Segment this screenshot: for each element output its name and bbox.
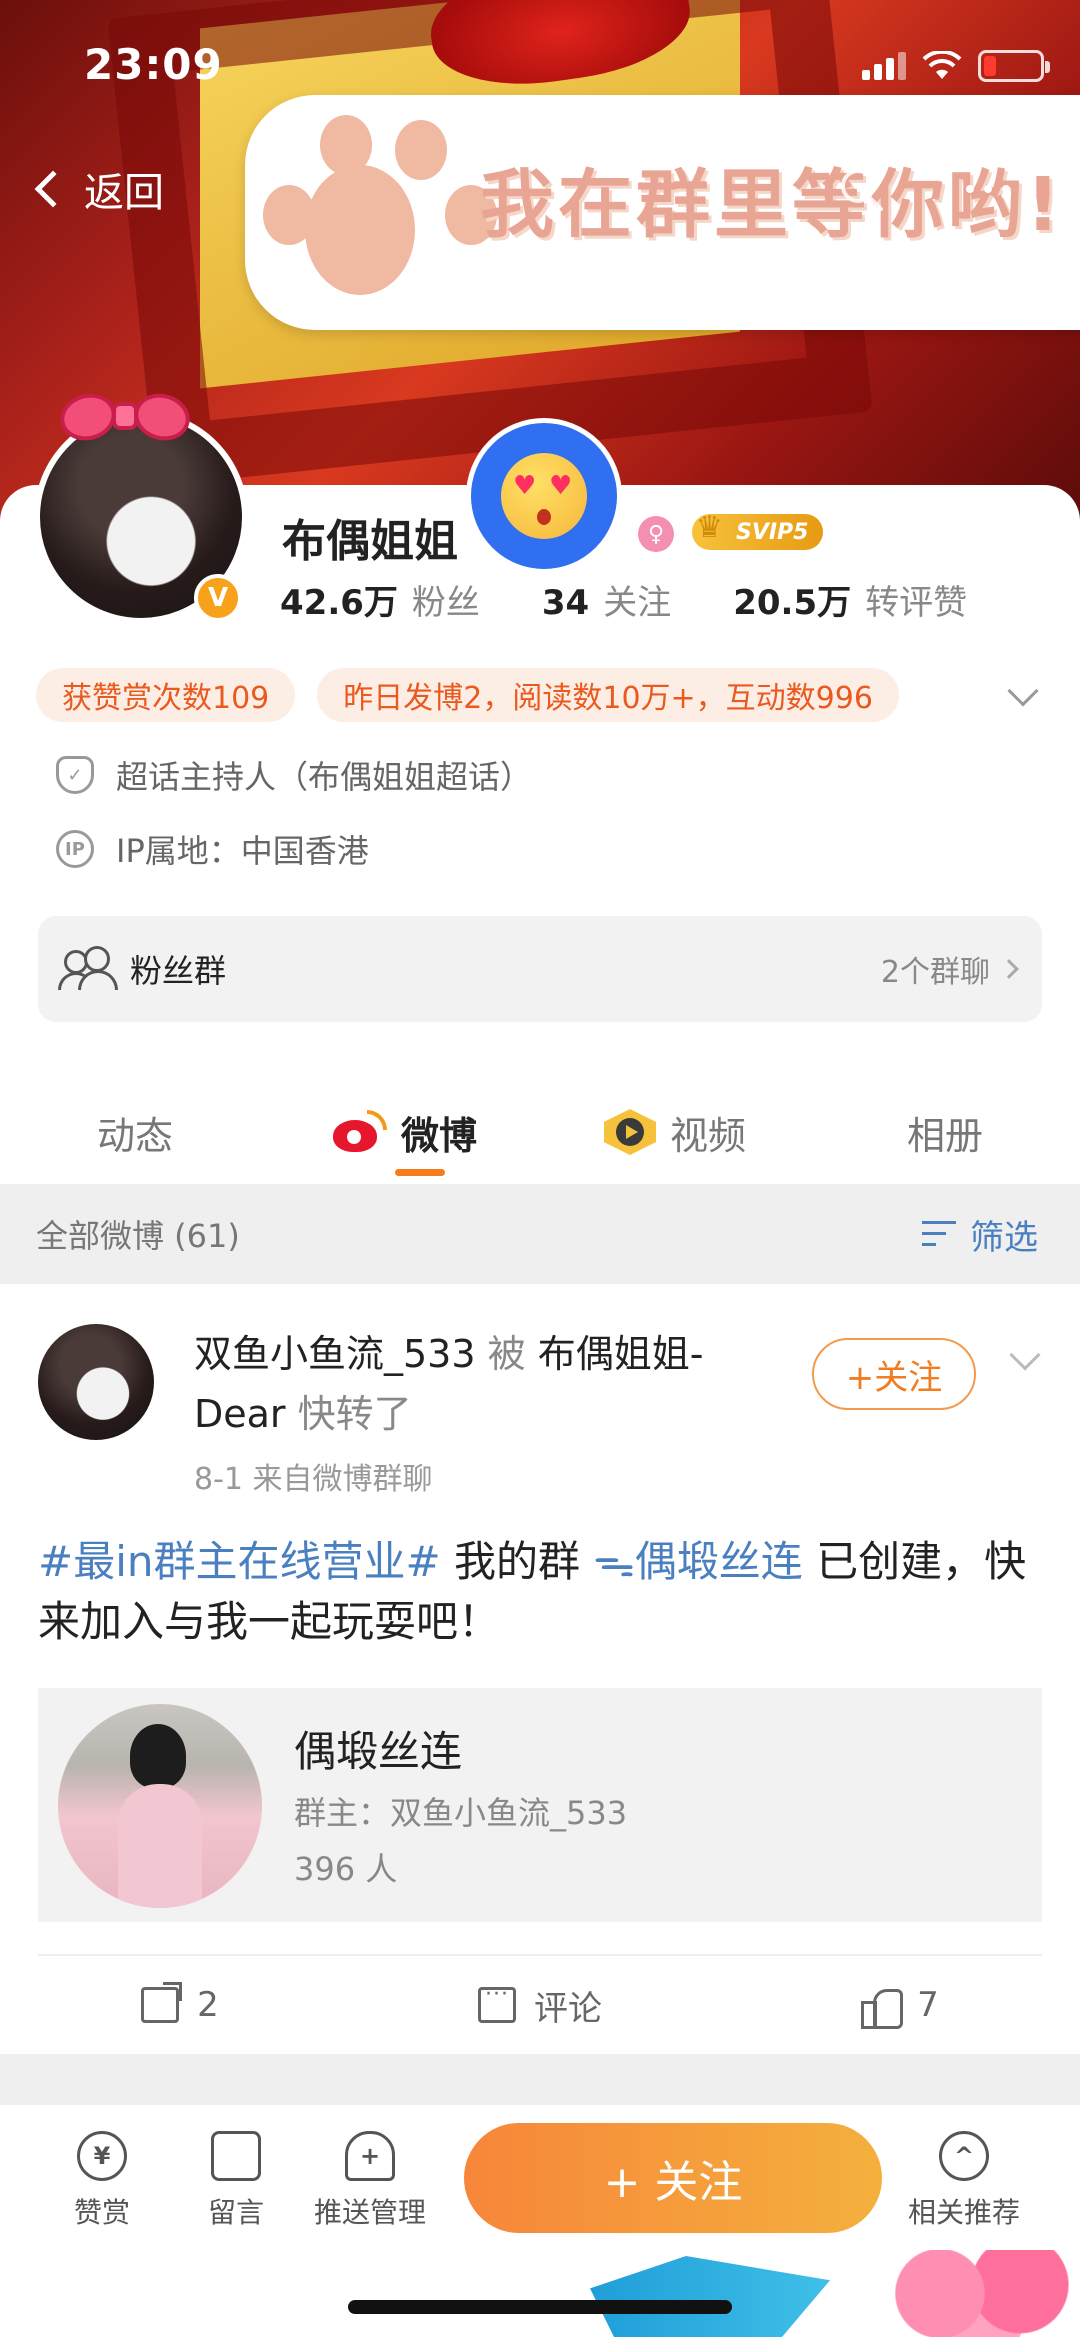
chevron-up-circle-icon: ^ xyxy=(939,2131,989,2181)
section-gap xyxy=(0,2054,1080,2104)
chevron-left-icon xyxy=(34,170,72,208)
thumbs-up-icon xyxy=(861,1987,904,2029)
group-member-count: 396 人 xyxy=(294,1850,398,1888)
more-icon[interactable] xyxy=(966,185,1010,193)
stat-following[interactable]: 34 关注 xyxy=(542,575,671,624)
post-meta: 8-1 来自微博群聊 xyxy=(194,1462,433,1497)
share-icon xyxy=(141,1987,180,2023)
fan-group-count: 2个群聊 xyxy=(881,947,1019,991)
post-group-link[interactable]: ᯓ偶塅丝连 xyxy=(593,1537,802,1586)
filter-icon xyxy=(922,1219,958,1249)
cellular-signal-icon xyxy=(862,52,906,80)
share-button[interactable]: 2 xyxy=(0,1956,360,2054)
all-weibo-count: 全部微博 (61) xyxy=(36,1217,240,1255)
fan-group-entry[interactable]: 粉丝群 2个群聊 xyxy=(38,916,1042,1022)
female-icon: ♀ xyxy=(638,516,674,552)
back-button[interactable]: 返回 xyxy=(30,160,164,218)
tab-activity[interactable]: 动态 xyxy=(0,1080,270,1184)
filter-button[interactable]: 筛选 xyxy=(922,1210,1038,1259)
recommendations-button[interactable]: ^ 相关推荐 xyxy=(904,2131,1024,2231)
post-text: #最in群主在线营业# 我的群 ᯓ偶塅丝连 已创建，快来加入与我一起玩耍吧！ xyxy=(38,1537,1027,1646)
bow-decoration-icon xyxy=(55,387,195,448)
post-actions: 2 评论 7 xyxy=(0,1956,1080,2054)
profile-stats: 42.6万 粉丝 34 关注 20.5万 转评赞 xyxy=(280,575,1029,624)
chevron-down-icon[interactable] xyxy=(1009,1339,1041,1371)
tab-album[interactable]: 相册 xyxy=(810,1080,1080,1184)
post-hashtag[interactable]: #最in群主在线营业# xyxy=(38,1537,441,1586)
ip-location-row: IP IP属地：中国香港 xyxy=(56,826,369,872)
banner-slogan-card: 我在群里等你哟! xyxy=(245,95,1080,330)
host-info-row[interactable]: ✓ 超话主持人（布偶姐姐超话） xyxy=(56,752,532,798)
weibo-logo-icon xyxy=(332,1110,387,1154)
tag-yesterday-stats[interactable]: 昨日发博2，阅读数10万+，互动数996 xyxy=(317,668,899,722)
decoration-flowers-image xyxy=(880,2250,1080,2337)
follow-button[interactable]: + 关注 xyxy=(464,2123,882,2233)
battery-icon xyxy=(978,50,1050,82)
reward-button[interactable]: ¥ 赞赏 xyxy=(42,2131,162,2231)
message-icon xyxy=(211,2131,261,2181)
tab-video[interactable]: 视频 xyxy=(540,1080,810,1184)
comment-button[interactable]: 评论 xyxy=(360,1956,720,2054)
ip-icon: IP xyxy=(56,830,94,868)
group-card[interactable]: 偶塅丝连 群主：双鱼小鱼流_533 396 人 xyxy=(38,1688,1042,1922)
like-button[interactable]: 7 xyxy=(720,1956,1080,2054)
push-settings-button[interactable]: + 推送管理 xyxy=(310,2131,430,2231)
group-owner: 群主：双鱼小鱼流_533 xyxy=(294,1794,628,1832)
crown-icon: ♛ xyxy=(696,510,723,545)
profile-nickname: 布偶姐姐 xyxy=(282,516,458,567)
post-author-name[interactable]: 双鱼小鱼流_533 xyxy=(194,1332,476,1376)
shield-icon: ✓ xyxy=(56,756,94,794)
post-header: 双鱼小鱼流_533 被 布偶姐姐-Dear 快转了 xyxy=(194,1332,704,1436)
group-name: 偶塅丝连 xyxy=(294,1727,463,1776)
bell-plus-icon: + xyxy=(345,2131,395,2181)
profile-tags: 获赞赏次数109 昨日发博2，阅读数10万+，互动数996 xyxy=(36,668,899,722)
svip-badge[interactable]: ♛ SVIP5 xyxy=(692,510,823,550)
message-button[interactable]: 留言 xyxy=(176,2131,296,2231)
verified-badge: V xyxy=(194,574,242,622)
profile-tabs: 动态 微博 视频 相册 xyxy=(0,1080,1080,1184)
stat-interactions[interactable]: 20.5万 转评赞 xyxy=(733,575,967,624)
home-indicator[interactable] xyxy=(348,2300,732,2314)
fan-group-title: 粉丝群 xyxy=(130,952,227,990)
search-icon[interactable] xyxy=(838,166,884,212)
chevron-right-icon xyxy=(999,959,1019,979)
stat-fans[interactable]: 42.6万 粉丝 xyxy=(280,575,480,624)
tag-reward-count[interactable]: 获赞赏次数109 xyxy=(36,668,296,722)
group-users-icon xyxy=(58,946,118,992)
banner-slogan: 我在群里等你哟! xyxy=(480,162,1064,248)
heart-eyes-emoji-icon[interactable]: ♥ ♥ xyxy=(466,418,622,574)
weibo-post: 双鱼小鱼流_533 被 布偶姐姐-Dear 快转了 8-1 来自微博群聊 +关注… xyxy=(0,1284,1080,2054)
status-time: 23:09 xyxy=(84,40,223,89)
wifi-icon xyxy=(922,51,962,79)
video-logo-icon xyxy=(603,1109,656,1155)
tab-weibo[interactable]: 微博 xyxy=(270,1080,540,1184)
paw-icon xyxy=(305,165,415,295)
group-icon: ᯓ xyxy=(593,1537,635,1586)
yen-icon: ¥ xyxy=(77,2131,127,2181)
back-label: 返回 xyxy=(84,170,164,216)
group-avatar xyxy=(58,1704,262,1908)
status-bar: 23:09 xyxy=(0,0,1080,130)
filter-bar: 全部微博 (61) 筛选 xyxy=(0,1184,1080,1284)
comment-icon xyxy=(478,1982,516,2023)
post-author-avatar[interactable] xyxy=(38,1324,154,1440)
post-follow-button[interactable]: +关注 xyxy=(812,1338,976,1410)
